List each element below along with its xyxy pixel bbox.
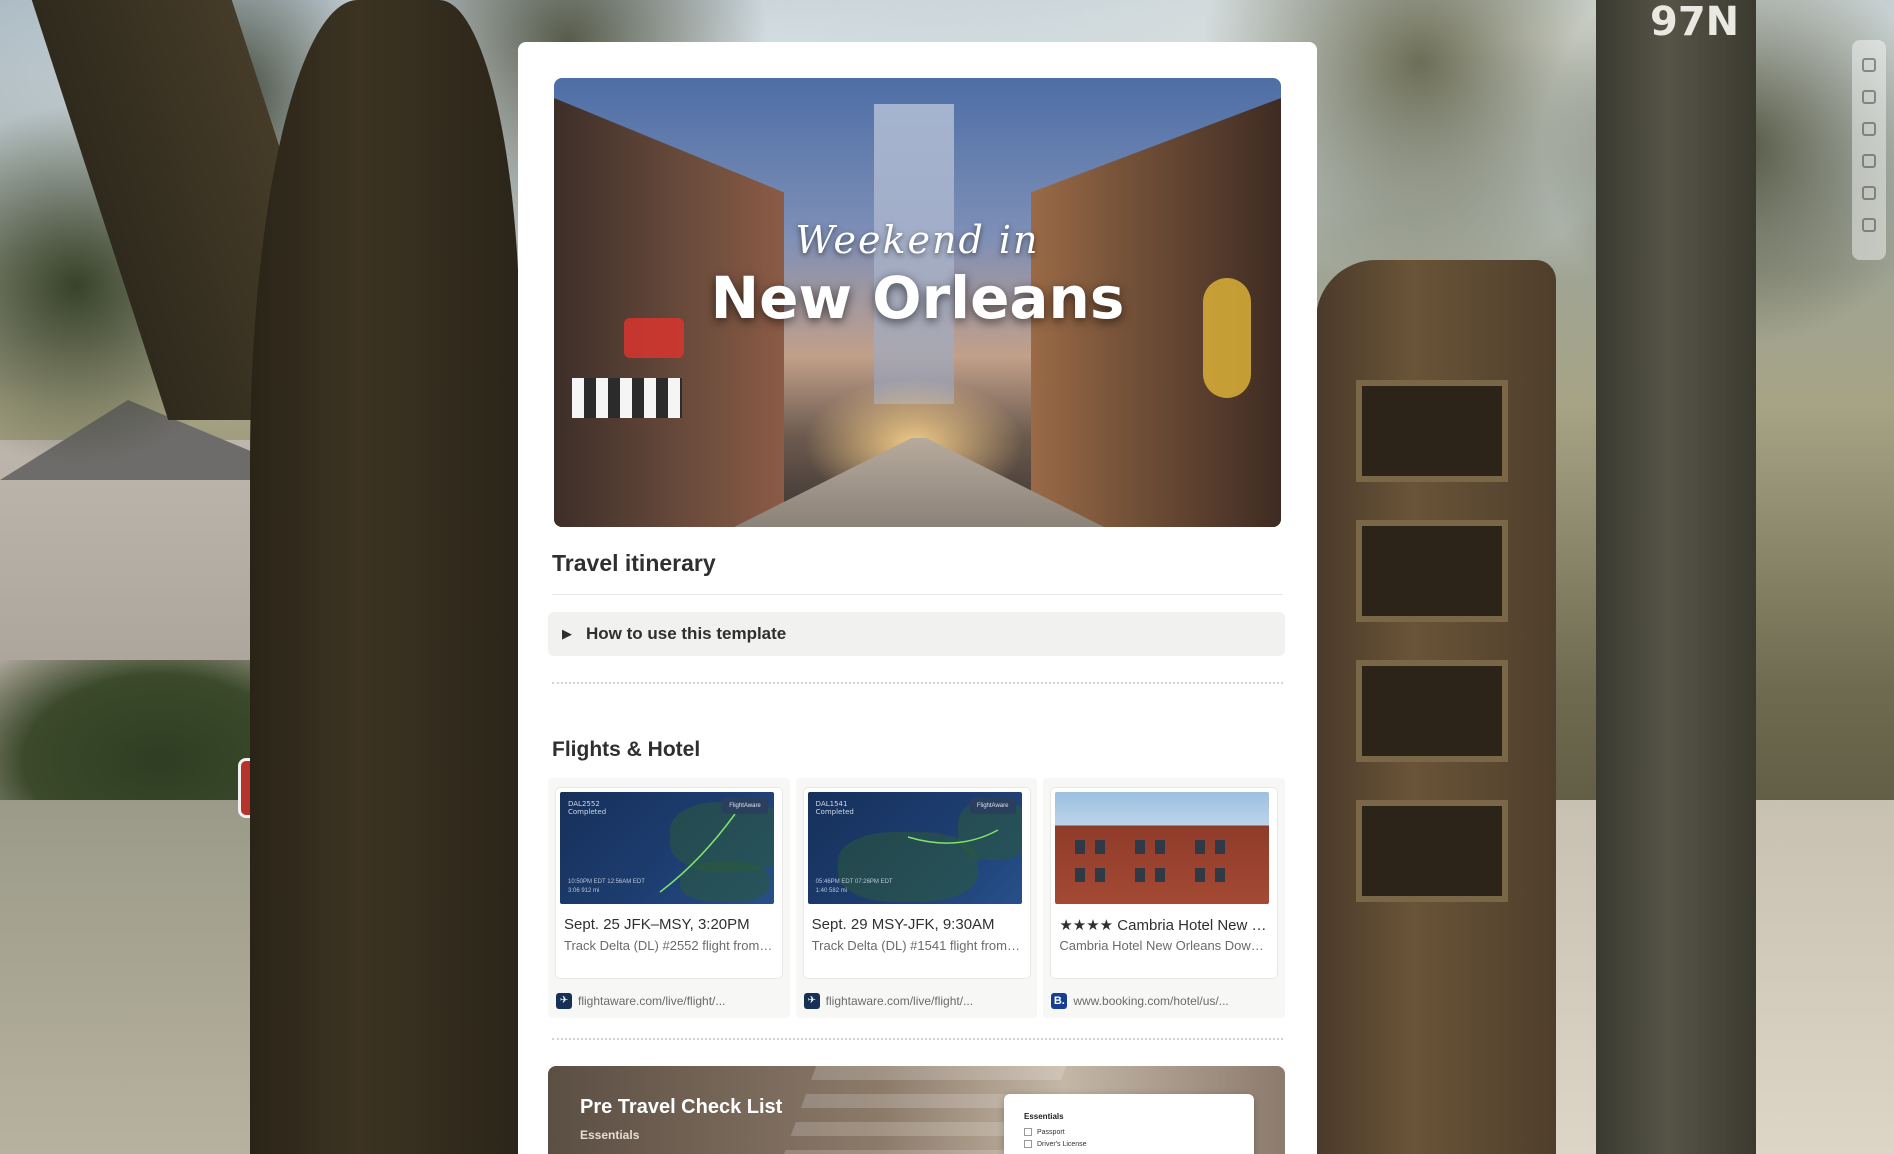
checklist-preview: Essentials Passport Driver's License <box>1004 1094 1254 1154</box>
booking-icon: B. <box>1051 993 1068 1009</box>
bookmark-description: Track Delta (DL) #2552 flight from John … <box>564 938 774 953</box>
bookmark-description: Track Delta (DL) #1541 flight from Louis… <box>811 938 1022 953</box>
divider <box>552 594 1283 595</box>
hotel-thumbnail <box>1055 792 1270 904</box>
bookmark-card-hotel[interactable]: ★★★★ Cambria Hotel New Orleans Downtown … <box>1043 778 1286 1018</box>
flightaware-icon: ✈ <box>556 993 572 1009</box>
hotel-window <box>1095 868 1106 882</box>
section-heading-flights: Flights & Hotel <box>552 738 701 761</box>
bookmark-url[interactable]: ✈ flightaware.com/live/flight/... <box>556 992 782 1010</box>
streetcar-window <box>1356 800 1508 902</box>
hotel-window <box>1135 868 1146 882</box>
hotel-window <box>1155 840 1166 854</box>
toggle-label: How to use this template <box>586 624 787 643</box>
toolbar-icon[interactable] <box>1862 154 1876 168</box>
flight-map-thumbnail: DAL2552 Completed FlightAware 10:50PM EDT… <box>560 792 774 904</box>
toggle-how-to-use[interactable]: ▶ How to use this template <box>548 612 1285 656</box>
toolbar-icon[interactable] <box>1862 58 1876 72</box>
cover-subtitle: Weekend in <box>795 218 1040 262</box>
page-card: Weekend in New Orleans Travel itinerary … <box>518 42 1317 1154</box>
tree-trunk <box>250 0 520 1154</box>
bookmark-description: Cambria Hotel New Orleans Downtown Wareh… <box>1059 938 1269 953</box>
checkbox-icon <box>1024 1128 1032 1136</box>
bookmark-title: Sept. 29 MSY-JFK, 9:30AM <box>811 916 995 933</box>
flightaware-icon: ✈ <box>803 993 820 1009</box>
checklist-banner[interactable]: Pre Travel Check List Essentials Essenti… <box>548 1066 1285 1154</box>
dotted-divider <box>552 682 1283 684</box>
bookmark-card-flight-1[interactable]: DAL2552 Completed FlightAware 10:50PM EDT… <box>548 778 790 1018</box>
bookmark-url-text: flightaware.com/live/flight/... <box>578 994 726 1008</box>
flight-code: DAL1541 Completed <box>815 800 854 816</box>
toolbar-icon[interactable] <box>1862 218 1876 232</box>
hotel-window <box>1075 868 1086 882</box>
page-title: Travel itinerary <box>552 550 716 576</box>
hotel-window <box>1075 840 1086 854</box>
checkbox-icon <box>1024 1140 1032 1148</box>
pole-label: 97N <box>1650 0 1740 45</box>
bookmark-preview: DAL2552 Completed FlightAware 10:50PM EDT… <box>556 788 782 978</box>
bookmark-url[interactable]: ✈ flightaware.com/live/flight/... <box>803 992 1030 1010</box>
hotel-window <box>1155 868 1166 882</box>
cover-image: Weekend in New Orleans <box>554 78 1281 527</box>
cover-title: New Orleans <box>710 264 1125 332</box>
hotel-window <box>1195 840 1206 854</box>
checklist-heading: Essentials <box>1024 1112 1064 1121</box>
bookmark-preview: DAL1541 Completed FlightAware 05:46PM EDT… <box>803 788 1030 978</box>
bookmark-url[interactable]: B. www.booking.com/hotel/us/... <box>1051 992 1277 1010</box>
flightaware-brand: FlightAware <box>969 798 1016 814</box>
flight-meta: 05:46PM EDT 07:26PM EDT 1:40 582 mi <box>815 879 893 894</box>
toolbar-icon[interactable] <box>1862 186 1876 200</box>
cover-awning <box>572 378 682 418</box>
banner-subtitle: Essentials <box>580 1128 640 1142</box>
utility-pole <box>1596 0 1756 1154</box>
hotel-window <box>1195 868 1206 882</box>
triangle-right-icon[interactable]: ▶ <box>562 626 576 642</box>
toolbar-icon[interactable] <box>1862 90 1876 104</box>
bookmark-url-text: www.booking.com/hotel/us/... <box>1073 994 1229 1008</box>
checklist-item: Passport <box>1024 1128 1065 1136</box>
streetcar-window <box>1356 380 1508 482</box>
dotted-divider <box>552 1038 1283 1040</box>
streetcar-window <box>1356 660 1508 762</box>
bookmark-gallery: DAL2552 Completed FlightAware 10:50PM EDT… <box>548 778 1286 1018</box>
bookmark-title: Sept. 25 JFK–MSY, 3:20PM <box>564 916 750 933</box>
bookmark-title: ★★★★ Cambria Hotel New Orleans Downtown <box>1059 917 1269 934</box>
hotel-window <box>1215 840 1226 854</box>
bookmark-card-flight-2[interactable]: DAL1541 Completed FlightAware 05:46PM EDT… <box>795 778 1038 1018</box>
hotel-window <box>1095 840 1106 854</box>
right-toolbar[interactable] <box>1852 40 1886 260</box>
streetcar <box>1316 260 1556 1154</box>
hotel-window <box>1135 840 1146 854</box>
toolbar-icon[interactable] <box>1862 122 1876 136</box>
flight-code: DAL2552 Completed <box>568 800 607 816</box>
flight-meta: 10:50PM EDT 12:56AM EDT 3:06 912 mi <box>568 879 645 894</box>
checklist-item: Driver's License <box>1024 1140 1087 1148</box>
streetcar-window <box>1356 520 1508 622</box>
flight-map-thumbnail: DAL1541 Completed FlightAware 05:46PM EDT… <box>807 792 1022 904</box>
bookmark-url-text: flightaware.com/live/flight/... <box>825 994 974 1008</box>
banner-title: Pre Travel Check List <box>580 1096 783 1118</box>
flightaware-brand: FlightAware <box>722 798 768 814</box>
hotel-window <box>1215 868 1226 882</box>
bookmark-preview: ★★★★ Cambria Hotel New Orleans Downtown … <box>1051 788 1278 978</box>
